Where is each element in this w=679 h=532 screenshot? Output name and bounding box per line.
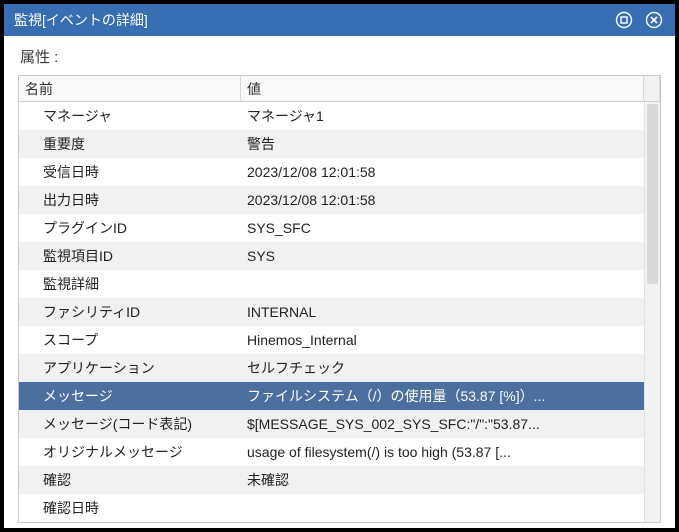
- vertical-scrollbar[interactable]: [644, 102, 660, 522]
- column-header-value[interactable]: 値: [241, 76, 644, 101]
- cell-value: Hinemos_Internal: [241, 326, 660, 354]
- cell-value: $[MESSAGE_SYS_002_SYS_SFC:"/":"53.87...: [241, 410, 660, 438]
- close-button[interactable]: [643, 9, 665, 31]
- cell-value: [241, 494, 660, 522]
- cell-name: マネージャ: [19, 102, 241, 130]
- grid-header: 名前 値: [19, 76, 660, 102]
- table-row[interactable]: 確認未確認: [19, 466, 660, 494]
- cell-name: オリジナルメッセージ: [19, 438, 241, 466]
- table-row[interactable]: 出力日時2023/12/08 12:01:58: [19, 186, 660, 214]
- dialog-window: 監視[イベントの詳細] 属性 : 名前 値: [4, 4, 675, 528]
- cell-name: 監視項目ID: [19, 242, 241, 270]
- cell-value: 2023/12/08 12:01:58: [241, 158, 660, 186]
- table-wrap: 名前 値 マネージャマネージャ1重要度警告受信日時2023/12/08 12:0…: [4, 75, 675, 528]
- cell-value: セルフチェック: [241, 354, 660, 382]
- table-row[interactable]: メッセージファイルシステム（/）の使用量（53.87 [%]）...: [19, 382, 660, 410]
- cell-value: [241, 270, 660, 298]
- table-row[interactable]: アプリケーションセルフチェック: [19, 354, 660, 382]
- cell-name: 出力日時: [19, 186, 241, 214]
- table-row[interactable]: 重要度警告: [19, 130, 660, 158]
- table-row[interactable]: プラグインIDSYS_SFC: [19, 214, 660, 242]
- cell-name: アプリケーション: [19, 354, 241, 382]
- table-row[interactable]: スコープHinemos_Internal: [19, 326, 660, 354]
- cell-value: SYS: [241, 242, 660, 270]
- column-header-name[interactable]: 名前: [19, 76, 241, 101]
- table-row[interactable]: メッセージ(コード表記)$[MESSAGE_SYS_002_SYS_SFC:"/…: [19, 410, 660, 438]
- cell-name: 確認日時: [19, 494, 241, 522]
- scrollbar-thumb[interactable]: [647, 104, 658, 284]
- properties-grid: 名前 値 マネージャマネージャ1重要度警告受信日時2023/12/08 12:0…: [18, 75, 661, 523]
- cell-name: ファシリティID: [19, 298, 241, 326]
- cell-value: 未確認: [241, 466, 660, 494]
- close-icon: [645, 11, 663, 29]
- cell-value: INTERNAL: [241, 298, 660, 326]
- titlebar: 監視[イベントの詳細]: [4, 4, 675, 36]
- cell-value: 警告: [241, 130, 660, 158]
- table-row[interactable]: 確認日時: [19, 494, 660, 522]
- table-row[interactable]: 受信日時2023/12/08 12:01:58: [19, 158, 660, 186]
- cell-name: スコープ: [19, 326, 241, 354]
- cell-value: マネージャ1: [241, 102, 660, 130]
- cell-value: SYS_SFC: [241, 214, 660, 242]
- cell-name: メッセージ(コード表記): [19, 410, 241, 438]
- table-row[interactable]: 監視項目IDSYS: [19, 242, 660, 270]
- cell-value: ファイルシステム（/）の使用量（53.87 [%]）...: [241, 382, 660, 410]
- cell-value: usage of filesystem(/) is too high (53.8…: [241, 438, 660, 466]
- window-title: 監視[イベントの詳細]: [14, 10, 605, 30]
- cell-name: メッセージ: [19, 382, 241, 410]
- attributes-label: 属性 :: [4, 36, 675, 75]
- grid-body: マネージャマネージャ1重要度警告受信日時2023/12/08 12:01:58出…: [19, 102, 660, 522]
- cell-name: 重要度: [19, 130, 241, 158]
- cell-value: 2023/12/08 12:01:58: [241, 186, 660, 214]
- cell-name: プラグインID: [19, 214, 241, 242]
- cell-name: 監視詳細: [19, 270, 241, 298]
- table-row[interactable]: ファシリティIDINTERNAL: [19, 298, 660, 326]
- restore-icon: [615, 11, 633, 29]
- table-row[interactable]: マネージャマネージャ1: [19, 102, 660, 130]
- table-row[interactable]: オリジナルメッセージusage of filesystem(/) is too …: [19, 438, 660, 466]
- table-row[interactable]: 監視詳細: [19, 270, 660, 298]
- restore-button[interactable]: [613, 9, 635, 31]
- cell-name: 確認: [19, 466, 241, 494]
- column-header-scroll: [644, 76, 660, 101]
- cell-name: 受信日時: [19, 158, 241, 186]
